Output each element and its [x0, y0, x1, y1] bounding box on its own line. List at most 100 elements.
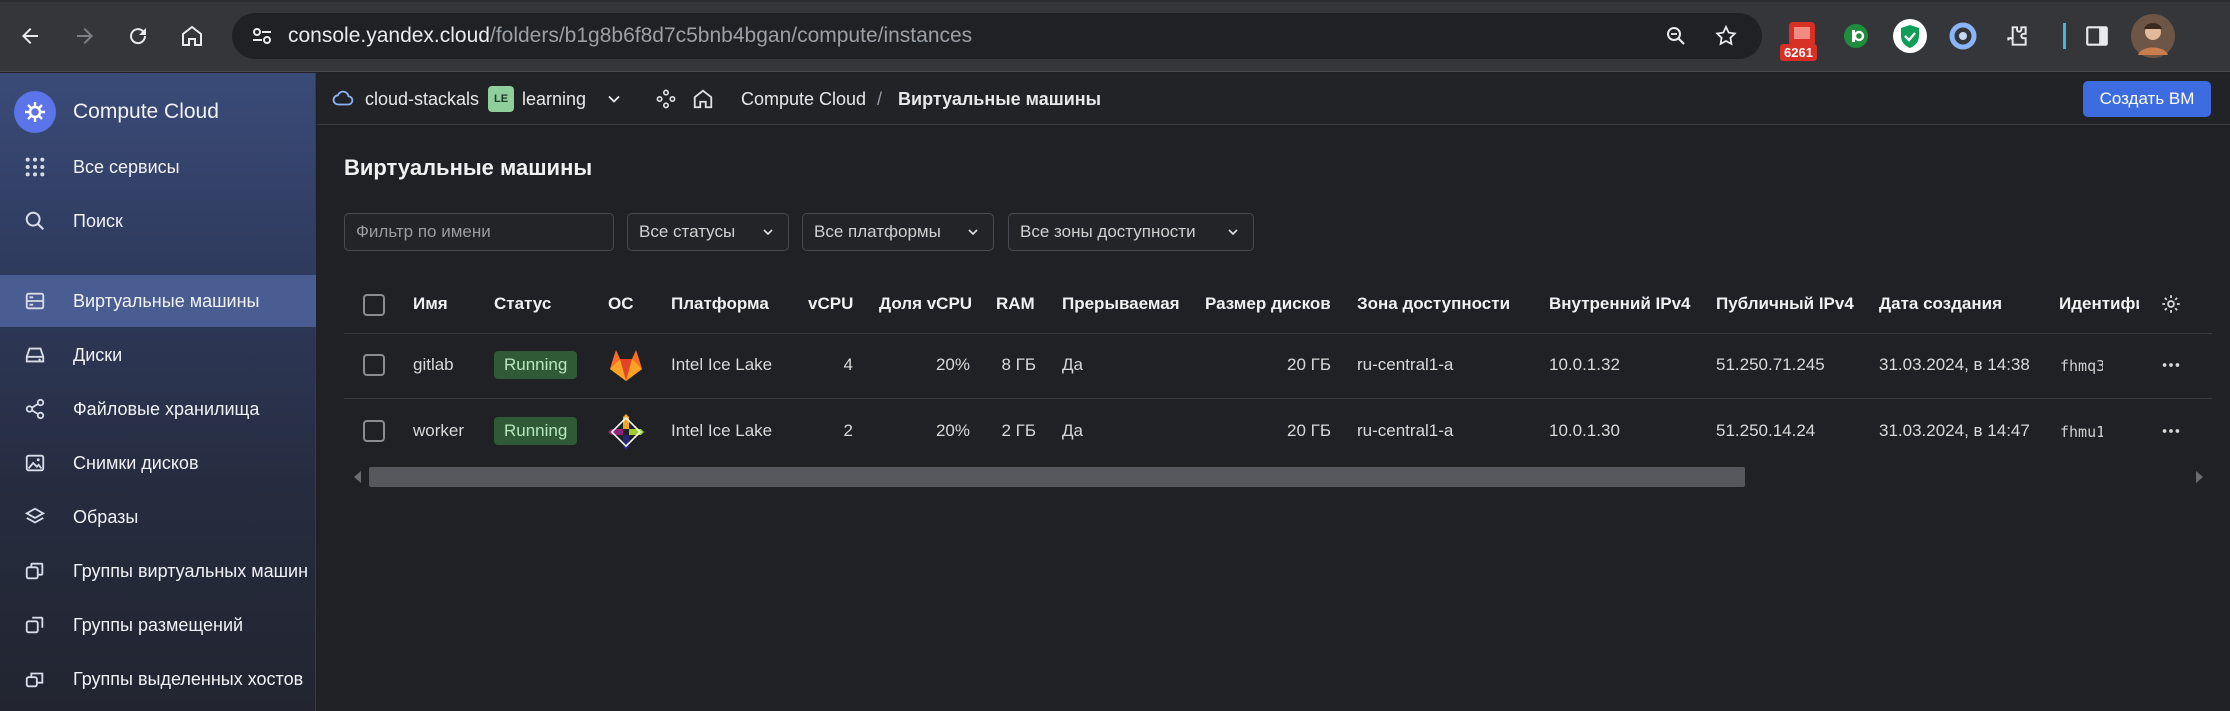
extension-badge: 6261 — [1780, 44, 1817, 61]
scroll-left-arrow-icon[interactable] — [354, 471, 361, 483]
scrollbar-thumb[interactable] — [369, 467, 1745, 487]
chevron-down-icon — [968, 229, 978, 236]
sidebar-item-label: Файловые хранилища — [73, 398, 260, 419]
preemptible-cell: Да — [1062, 421, 1083, 440]
sidebar-item-file-storage[interactable]: Файловые хранилища — [0, 383, 316, 435]
sidebar-item-label: Поиск — [73, 210, 123, 231]
breadcrumb-separator: / — [877, 88, 883, 109]
chevron-down-icon — [1228, 229, 1238, 236]
reload-icon[interactable] — [120, 18, 156, 54]
column-header-internal-ip[interactable]: Внутренний IPv4 — [1549, 294, 1691, 314]
page-title: Виртуальные машины — [344, 155, 593, 180]
sidebar-item-dedicated-host-groups[interactable]: Группы выделенных хостов — [0, 653, 316, 705]
create-vm-button[interactable]: Создать ВМ — [2083, 81, 2211, 117]
column-header-public-ip[interactable]: Публичный IPv4 — [1716, 294, 1854, 314]
column-header-os[interactable]: ОС — [608, 294, 634, 314]
name-filter-input[interactable]: Фильтр по имени — [344, 213, 614, 251]
internal-ip-cell: 10.0.1.32 — [1549, 355, 1620, 374]
column-header-name[interactable]: Имя — [413, 294, 448, 314]
ram-cell: 8 ГБ — [1001, 355, 1036, 374]
sidebar-item-disk-snapshots[interactable]: Снимки дисков — [0, 437, 316, 489]
folder-chevron-down-icon[interactable] — [604, 73, 624, 125]
id-cell: fhmu1sj7i — [2060, 423, 2103, 441]
platform-cell: Intel Ice Lake — [671, 355, 773, 374]
compute-cloud-logo-icon — [14, 91, 56, 133]
forward-icon[interactable] — [67, 18, 103, 54]
side-panel-icon[interactable] — [2078, 17, 2116, 55]
id-cell: fhmq33qe9 — [2060, 357, 2103, 375]
platform-cell: Intel Ice Lake — [671, 421, 773, 440]
column-settings-gear-icon[interactable] — [2160, 293, 2184, 317]
zoom-icon[interactable] — [1664, 24, 1688, 48]
chevron-down-icon — [763, 229, 773, 236]
browser-toolbar: console.yandex.cloud/folders/b1g8b6f8d7c… — [0, 0, 2230, 72]
status-badge: Running — [494, 351, 578, 379]
breadcrumb-home-icon[interactable] — [692, 73, 714, 125]
column-header-disk-size[interactable]: Размер дисков — [1205, 294, 1331, 314]
bookmark-star-icon[interactable] — [1714, 24, 1738, 48]
column-header-status[interactable]: Статус — [494, 294, 551, 314]
group-icon — [22, 558, 48, 584]
sidebar-service-header[interactable]: Compute Cloud — [0, 84, 316, 140]
sidebar-item-label: Группы выделенных хостов — [73, 668, 304, 689]
platform-filter-value: Все платформы — [814, 222, 941, 241]
core-fraction-cell: 20% — [935, 421, 970, 440]
sidebar-item-images[interactable]: Образы — [0, 491, 316, 543]
sidebar-item-search[interactable]: Поиск — [0, 195, 316, 247]
sidebar-item-label: Все сервисы — [73, 156, 180, 177]
extensions-puzzle-icon[interactable] — [1998, 17, 2036, 55]
column-header-id[interactable]: Идентифи — [2059, 294, 2139, 314]
column-header-preemptible[interactable]: Прерываемая — [1062, 294, 1180, 314]
folder-name[interactable]: learning — [522, 73, 586, 125]
breadcrumb-service[interactable]: Compute Cloud — [741, 73, 866, 125]
cloud-name[interactable]: cloud-stackals — [365, 73, 479, 125]
column-header-created[interactable]: Дата создания — [1879, 294, 2002, 314]
profile-avatar-icon[interactable] — [2130, 13, 2176, 59]
column-header-platform[interactable]: Платформа — [671, 294, 769, 314]
sidebar-item-instance-groups[interactable]: Группы виртуальных машин — [0, 545, 316, 597]
extension-green-icon[interactable] — [1837, 17, 1875, 55]
back-icon[interactable] — [12, 18, 48, 54]
layers-icon — [22, 504, 48, 530]
vm-name-link[interactable]: worker — [413, 421, 464, 441]
url-text[interactable]: console.yandex.cloud/folders/b1g8b6f8d7c… — [288, 24, 972, 48]
zone-filter-value: Все зоны доступности — [1020, 222, 1196, 241]
sidebar-item-all-services[interactable]: Все сервисы — [0, 141, 316, 193]
column-header-vcpu[interactable]: vCPU — [808, 294, 853, 314]
sidebar-item-label: Диски — [73, 344, 123, 365]
vm-name-link[interactable]: gitlab — [413, 355, 454, 375]
grid-icon — [22, 154, 48, 180]
row-divider — [344, 398, 2212, 399]
select-all-checkbox[interactable] — [363, 294, 385, 316]
column-header-ram[interactable]: RAM — [996, 294, 1035, 314]
internal-ip-cell: 10.0.1.30 — [1549, 421, 1620, 440]
row-checkbox[interactable] — [363, 354, 385, 376]
public-ip-cell: 51.250.71.245 — [1716, 355, 1825, 374]
row-actions-more-icon[interactable] — [2160, 420, 2184, 444]
sidebar-item-virtual-machines[interactable]: Виртуальные машины — [0, 275, 316, 327]
address-bar[interactable]: console.yandex.cloud/folders/b1g8b6f8d7c… — [232, 13, 1762, 59]
image-icon — [22, 450, 48, 476]
status-filter-value: Все статусы — [639, 222, 736, 241]
platform-filter-select[interactable]: Все платформы — [802, 213, 994, 251]
home-icon[interactable] — [174, 18, 210, 54]
public-ip-cell: 51.250.14.24 — [1716, 421, 1816, 440]
column-header-core-fraction[interactable]: Доля vCPU — [879, 294, 972, 314]
header-bar: cloud-stackals LE learning Compute Cloud… — [317, 73, 2230, 125]
core-fraction-cell: 20% — [935, 355, 970, 374]
extension-ring-icon[interactable] — [1944, 17, 1982, 55]
row-checkbox[interactable] — [363, 420, 385, 442]
scroll-right-arrow-icon[interactable] — [2196, 471, 2203, 483]
graph-nodes-icon[interactable] — [655, 73, 677, 125]
sidebar-item-placement-groups[interactable]: Группы размещений — [0, 599, 316, 651]
site-settings-icon[interactable] — [250, 24, 274, 48]
status-filter-select[interactable]: Все статусы — [627, 213, 789, 251]
extension-shield-icon[interactable] — [1891, 17, 1929, 55]
disk-icon — [22, 342, 48, 368]
created-cell: 31.03.2024, в 14:47 — [1879, 421, 2030, 440]
cloud-icon — [332, 73, 354, 125]
sidebar-item-disks[interactable]: Диски — [0, 329, 316, 381]
row-actions-more-icon[interactable] — [2160, 354, 2184, 378]
column-header-zone[interactable]: Зона доступности — [1357, 294, 1510, 314]
zone-filter-select[interactable]: Все зоны доступности — [1008, 213, 1254, 251]
